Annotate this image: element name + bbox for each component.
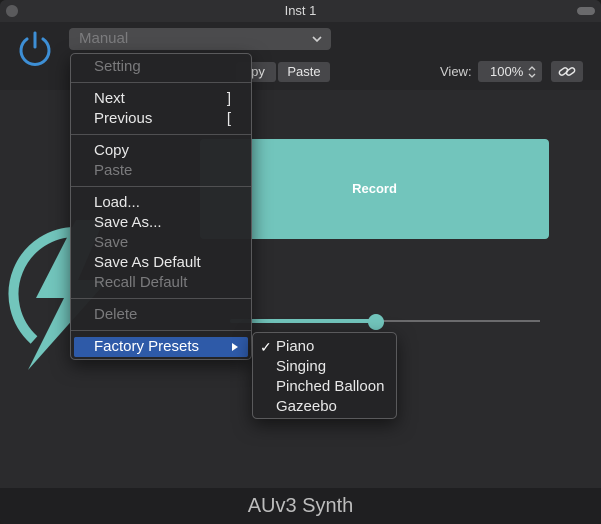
plugin-footer: AUv3 Synth	[0, 488, 601, 524]
menu-item-save-as-default[interactable]: Save As Default	[71, 253, 251, 273]
menu-item-next[interactable]: Next ]	[71, 89, 251, 109]
menu-item-copy[interactable]: Copy	[71, 141, 251, 161]
window-resize-button[interactable]	[577, 7, 595, 15]
factory-presets-submenu: ✓ Piano Singing Pinched Balloon Gazeebo	[252, 332, 397, 419]
view-label: View:	[440, 64, 472, 79]
menu-separator	[71, 82, 251, 83]
menu-shortcut: [	[226, 110, 231, 127]
menu-separator	[71, 298, 251, 299]
menu-item-delete: Delete	[94, 306, 138, 323]
title-bar: Inst 1	[0, 0, 601, 22]
menu-item-paste: Paste	[94, 162, 133, 179]
menu-item-load[interactable]: Load...	[71, 193, 251, 213]
menu-item-save-as[interactable]: Save As...	[71, 213, 251, 233]
slider-knob[interactable]	[367, 314, 384, 330]
preset-item-singing[interactable]: Singing	[253, 357, 396, 377]
menu-item-label: Next	[94, 90, 125, 107]
record-button[interactable]: Record	[200, 139, 549, 239]
preset-item-pinched-balloon[interactable]: Pinched Balloon	[253, 377, 396, 397]
preset-dropdown-value: Manual	[79, 30, 129, 47]
plugin-name: AUv3 Synth	[247, 495, 354, 517]
zoom-value: 100%	[490, 64, 524, 79]
menu-separator	[71, 186, 251, 187]
menu-item-recall-default: Recall Default	[94, 274, 188, 291]
menu-separator	[71, 134, 251, 135]
power-icon[interactable]	[16, 30, 54, 68]
menu-item-factory-presets[interactable]: Factory Presets	[74, 337, 248, 357]
preset-item-label: Piano	[276, 338, 315, 355]
link-button[interactable]	[551, 61, 583, 82]
zoom-select[interactable]: 100%	[478, 61, 542, 82]
plugin-window: Inst 1 Manual py Paste View: 100% Record…	[0, 0, 601, 524]
menu-item-label: Factory Presets	[94, 338, 200, 355]
menu-item-save: Save	[94, 234, 129, 251]
menu-item-previous[interactable]: Previous [	[71, 109, 251, 129]
preset-dropdown[interactable]: Manual	[69, 28, 331, 50]
chevron-down-icon	[312, 36, 322, 43]
submenu-arrow-icon	[232, 343, 238, 351]
menu-item-setting: Setting	[94, 58, 141, 75]
menu-item-label: Previous	[94, 110, 153, 127]
paste-button[interactable]: Paste	[278, 62, 330, 82]
preset-item-gazeebo[interactable]: Gazeebo	[253, 397, 396, 417]
menu-shortcut: ]	[226, 90, 231, 107]
link-icon	[558, 67, 576, 76]
preset-menu: Setting Next ] Previous [ Copy Paste Loa…	[70, 53, 252, 360]
preset-item-piano[interactable]: ✓ Piano	[253, 337, 396, 357]
window-title: Inst 1	[284, 3, 317, 18]
checkmark-icon: ✓	[260, 339, 272, 355]
menu-separator	[71, 330, 251, 331]
close-window-button[interactable]	[6, 5, 18, 17]
stepper-icon	[528, 66, 536, 78]
